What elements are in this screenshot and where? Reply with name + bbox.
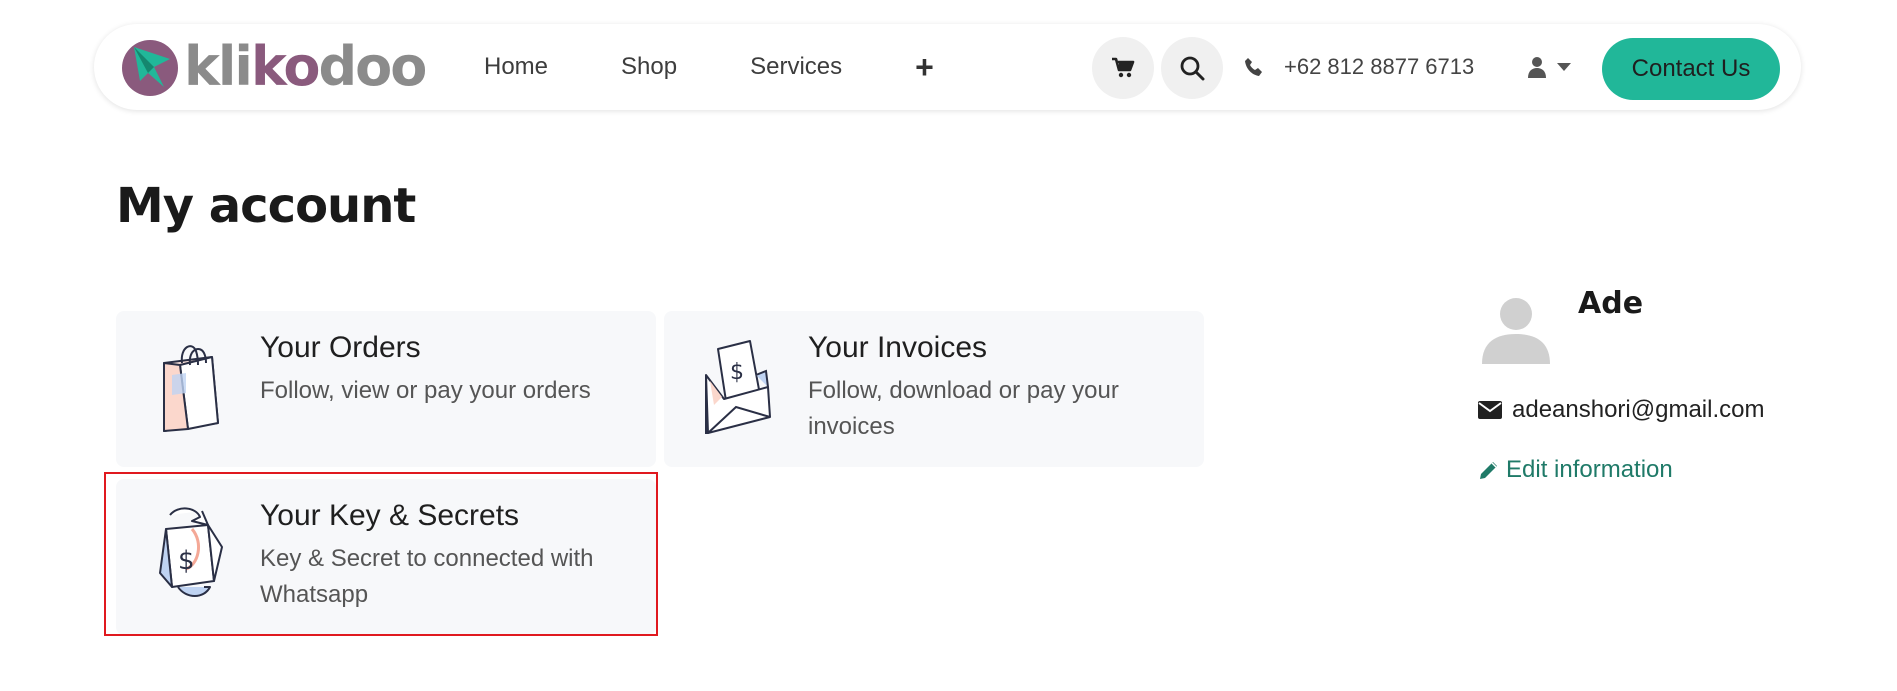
nav-home[interactable]: Home [484,53,548,81]
top-navbar: klikodoo Home Shop Services + +62 812 88… [94,24,1801,110]
profile-email-text: adeanshori@gmail.com [1512,396,1765,423]
page-title: My account [116,178,416,234]
search-icon [1180,56,1205,81]
profile-email: adeanshori@gmail.com [1478,396,1764,424]
card-your-invoices[interactable]: $ Your Invoices Follow, download or pay … [664,311,1204,467]
brand-logo[interactable]: klikodoo [120,34,427,100]
user-menu-toggle[interactable] [1528,24,1572,110]
card-description: Follow, download or pay your invoices [808,377,1119,440]
card-your-key-secrets[interactable]: $ Your Key & Secrets Key & Secret to con… [116,479,656,635]
cart-icon [1112,57,1135,78]
envelope-icon [1478,401,1502,419]
logo-text: klikodoo [184,35,427,98]
card-title: Your Orders [260,331,421,364]
card-title: Your Invoices [808,331,988,364]
edit-information-link[interactable]: Edit information [1478,456,1673,484]
key-secret-icon: $ [152,503,230,608]
svg-text:$: $ [178,546,195,576]
nav-services[interactable]: Services [750,53,842,81]
card-title: Your Key & Secrets [260,499,520,532]
caret-down-icon [1557,63,1571,71]
nav-more-button[interactable]: + [915,51,934,83]
logo-mark-icon [120,37,180,97]
edit-information-label: Edit information [1506,456,1673,483]
cart-button[interactable] [1092,37,1154,99]
phone-contact[interactable]: +62 812 8877 6713 [1244,24,1474,110]
contact-us-button[interactable]: Contact Us [1602,38,1780,100]
phone-number: +62 812 8877 6713 [1284,54,1475,79]
search-button[interactable] [1161,37,1223,99]
avatar [1478,288,1554,364]
invoice-envelope-icon: $ [700,335,774,446]
pencil-icon [1480,462,1497,479]
card-description: Key & Secret to connected with Whatsapp [260,545,594,608]
card-description: Follow, view or pay your orders [260,377,591,404]
user-icon [1528,57,1546,78]
card-your-orders[interactable]: Your Orders Follow, view or pay your ord… [116,311,656,467]
main-nav: Home Shop Services + [484,24,934,110]
shopping-bag-icon [152,335,224,446]
nav-shop[interactable]: Shop [621,53,677,81]
svg-text:$: $ [730,360,744,385]
profile-name: Ade [1578,286,1644,321]
phone-icon [1245,58,1262,76]
